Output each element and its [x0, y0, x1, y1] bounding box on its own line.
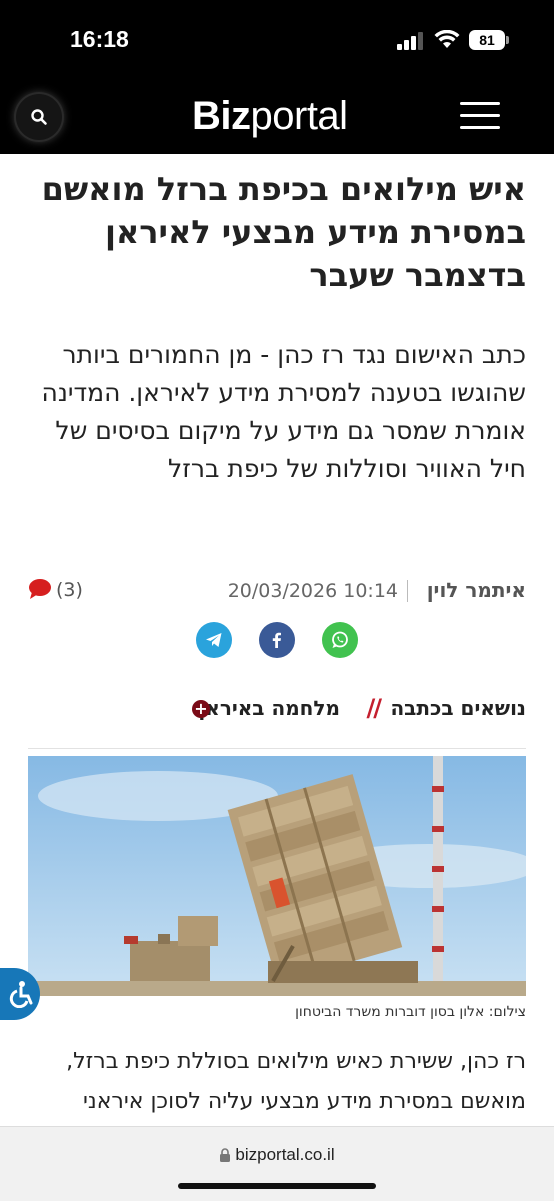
battery-tip	[506, 36, 509, 44]
iron-dome-launcher-image	[28, 756, 526, 996]
article-meta: איתמר לוין 20/03/2026 10:14 (3)	[28, 576, 526, 610]
article-body: רז כהן, ששירת כאיש מילואים בסוללת כיפת ב…	[66, 1049, 526, 1114]
share-whatsapp-button[interactable]	[322, 622, 358, 658]
article-content: איש מילואים בכיפת ברזל מואשם במסירת מידע…	[0, 154, 554, 1126]
share-telegram-button[interactable]	[196, 622, 232, 658]
topics-label: נושאים בכתבה	[390, 696, 526, 720]
topic-tag-link[interactable]: מלחמה באיראן	[198, 696, 340, 720]
telegram-icon	[206, 633, 222, 647]
comments-link[interactable]: (3)	[28, 578, 83, 601]
hamburger-icon-line	[460, 114, 500, 117]
lock-icon	[220, 1148, 231, 1162]
meta-divider	[407, 580, 408, 602]
home-indicator[interactable]	[178, 1183, 376, 1189]
article-photo[interactable]	[28, 756, 526, 996]
comments-count: (3)	[56, 579, 83, 601]
logo-light: portal	[250, 94, 349, 138]
accessibility-wheelchair-icon	[9, 981, 33, 1008]
article-datetime: 20/03/2026 10:14	[227, 580, 398, 602]
whatsapp-icon	[332, 631, 348, 648]
site-header: Bizportal	[0, 80, 554, 154]
status-bar: 16:18 81	[0, 0, 554, 80]
photo-caption: צילום: אלון בסון דוברות משרד הביטחון	[295, 1004, 526, 1020]
share-facebook-button[interactable]	[259, 622, 295, 658]
url-field[interactable]: bizportal.co.il	[0, 1145, 554, 1165]
hamburger-icon-line	[460, 102, 500, 105]
url-text: bizportal.co.il	[235, 1145, 335, 1164]
facebook-icon	[272, 632, 281, 648]
topics-slash-icon: //	[366, 694, 381, 722]
menu-button[interactable]	[460, 102, 500, 132]
comment-bubble-icon	[29, 579, 51, 599]
article-headline: איש מילואים בכיפת ברזל מואשם במסירת מידע…	[41, 170, 526, 294]
wifi-icon	[434, 30, 460, 48]
search-icon	[31, 109, 47, 125]
battery-icon: 81	[469, 30, 505, 50]
browser-address-bar[interactable]: bizportal.co.il	[0, 1126, 554, 1201]
search-button[interactable]	[16, 94, 62, 140]
follow-topic-plus-icon[interactable]: +	[192, 700, 210, 718]
logo-bold: Biz	[192, 94, 251, 138]
bizportal-logo[interactable]: Bizportal	[192, 94, 348, 139]
article-author[interactable]: איתמר לוין	[427, 578, 526, 602]
share-bar	[0, 622, 554, 662]
article-subtitle: כתב האישום נגד רז כהן - מן החמורים ביותר…	[41, 340, 526, 483]
article-topics: נושאים בכתבה // מלחמה באיראן +	[28, 694, 526, 728]
status-time: 16:18	[70, 26, 129, 52]
cellular-signal-icon	[397, 32, 423, 50]
section-divider	[28, 748, 526, 749]
hamburger-icon-line	[460, 126, 500, 129]
